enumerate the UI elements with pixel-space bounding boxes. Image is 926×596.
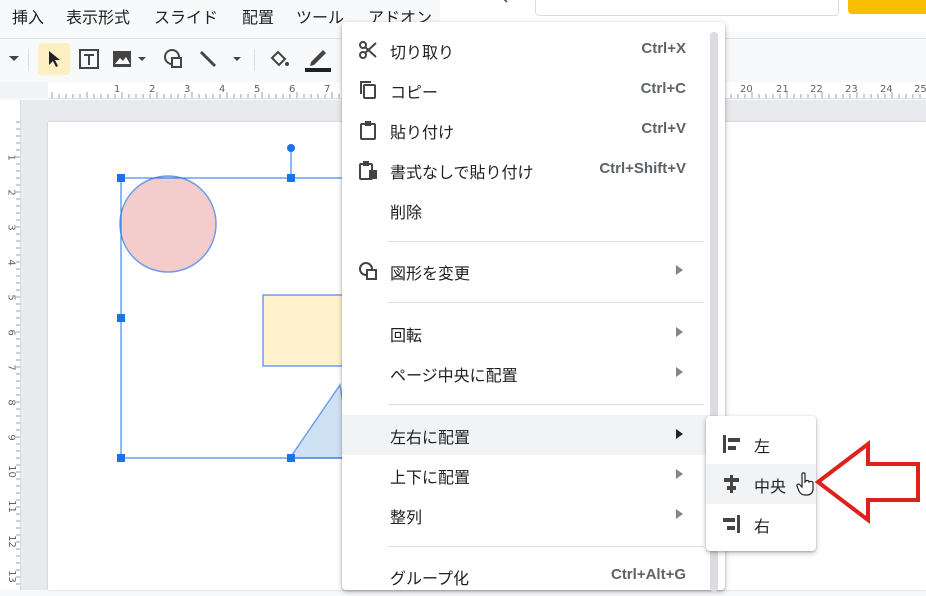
menu-item-cut[interactable]: 切り取り Ctrl+X [342,30,710,70]
menu-item-shortcut: Ctrl+V [641,120,686,137]
align-right-icon [723,515,740,533]
menu-item-align-vertically[interactable]: 上下に配置 [342,455,710,495]
paste-plain-icon [359,161,377,180]
submenu-item-label: 左 [754,437,771,456]
submenu-arrow-icon [676,327,683,337]
menu-item-paste-plain[interactable]: 書式なしで貼り付け Ctrl+Shift+V [342,150,710,190]
submenu-arrow-icon [676,429,683,439]
submenu-item-left[interactable]: 左 [706,424,816,464]
menu-item-label: 切り取り [390,43,455,62]
rotation-handle[interactable] [287,144,295,152]
menu-item-shortcut: Ctrl+X [641,40,686,57]
menu-item-label: 書式なしで貼り付け [390,163,534,182]
resize-handle[interactable] [117,314,125,322]
menu-item-label: 削除 [390,203,423,222]
context-menu: 切り取り Ctrl+X コピー Ctrl+C 貼り付け Ctrl+V 書式なしで… [342,22,725,592]
hand-cursor-icon [796,472,814,496]
menu-item-rotate[interactable]: 回転 [342,313,710,353]
menu-item-paste[interactable]: 貼り付け Ctrl+V [342,110,710,150]
menu-item-label: 回転 [390,326,423,345]
menu-divider [388,546,704,547]
menu-item-distribute[interactable]: 整列 [342,495,710,535]
menu-item-shortcut: Ctrl+Alt+G [610,566,686,583]
menu-item-shortcut: Ctrl+Shift+V [599,160,686,177]
menu-item-change-shape[interactable]: 図形を変更 [342,251,710,291]
menu-item-group[interactable]: グループ化 Ctrl+Alt+G [342,556,710,596]
submenu-arrow-icon [676,367,683,377]
resize-handle[interactable] [117,454,125,462]
menu-item-label: 上下に配置 [390,468,471,487]
menu-item-align-horizontally[interactable]: 左右に配置 [342,415,710,455]
menu-item-delete[interactable]: 削除 [342,190,710,230]
align-center-icon [724,475,739,493]
rectangle-shape[interactable] [262,294,354,367]
scissors-icon [359,41,377,59]
menu-divider [388,241,704,242]
submenu-arrow-icon [676,265,683,275]
submenu-item-label: 中央 [754,477,787,496]
circle-shape[interactable] [119,175,217,273]
resize-handle[interactable] [287,174,295,182]
annotation-arrow-icon [814,440,920,524]
menu-divider [388,302,704,303]
menu-item-shortcut: Ctrl+C [640,80,686,97]
menu-item-copy[interactable]: コピー Ctrl+C [342,70,710,110]
menu-item-label: 整列 [390,508,423,527]
submenu-item-right[interactable]: 右 [706,504,816,544]
menu-item-label: コピー [390,83,439,102]
menu-item-label: グループ化 [390,569,470,588]
submenu-arrow-icon [676,509,683,519]
submenu-item-label: 右 [754,517,771,536]
submenu-arrow-icon [676,469,683,479]
clipboard-icon [360,121,376,140]
shape-change-icon [359,262,377,280]
menu-item-label: 左右に配置 [390,428,471,447]
resize-handle[interactable] [117,174,125,182]
resize-handle[interactable] [287,454,295,462]
menu-item-label: 貼り付け [390,123,455,142]
menu-divider [388,404,704,405]
menu-item-label: 図形を変更 [390,264,471,283]
align-left-icon [723,435,740,453]
menu-item-label: ページ中央に配置 [390,366,518,385]
copy-icon [360,81,376,99]
menu-item-center-on-page[interactable]: ページ中央に配置 [342,353,710,393]
